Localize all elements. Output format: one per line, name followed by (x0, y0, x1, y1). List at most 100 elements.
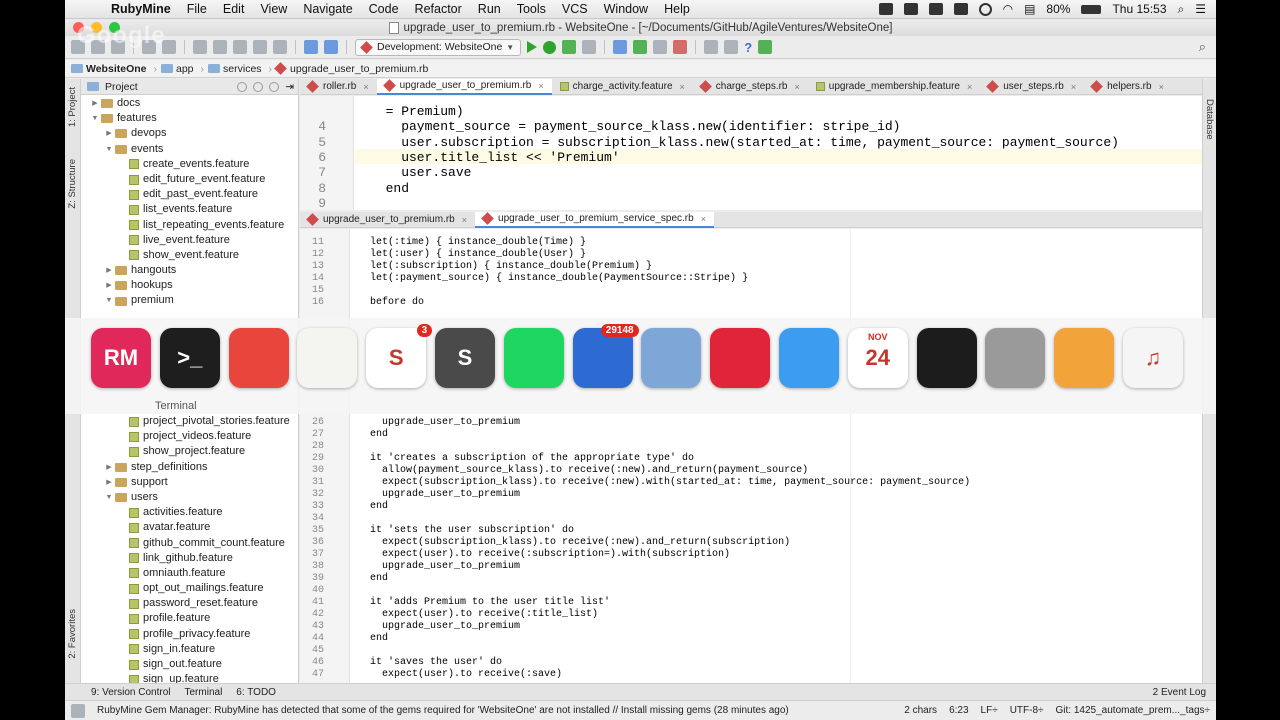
expand-right-icon[interactable]: ▶ (103, 263, 115, 278)
cut-icon[interactable] (193, 40, 207, 54)
tree-file[interactable]: profile.feature (81, 611, 299, 626)
preview-icon[interactable] (641, 328, 702, 388)
code-line[interactable]: upgrade_user_to_premium (358, 621, 520, 632)
find-icon[interactable] (253, 40, 267, 54)
clear-icon[interactable] (710, 328, 771, 388)
tree-folder[interactable]: ▶ support (81, 475, 299, 490)
expand-down-icon[interactable]: ▼ (103, 293, 115, 308)
wifi-icon[interactable]: ◠ (1003, 2, 1013, 16)
menu-run[interactable]: Run (470, 2, 509, 16)
tree-folder[interactable]: ▶ step_definitions (81, 460, 299, 475)
tree-file[interactable]: github_commit_count.feature (81, 536, 299, 551)
code-line[interactable]: = Premium) (370, 104, 464, 119)
tree-folder[interactable]: ▼ premium (81, 293, 299, 308)
code-line[interactable]: it 'creates a subscription of the approp… (358, 453, 694, 464)
expand-down-icon[interactable]: ▼ (89, 111, 101, 126)
tree-file[interactable]: sign_out.feature (81, 657, 299, 672)
copy-icon[interactable] (213, 40, 227, 54)
editor-tab[interactable]: upgrade_user_to_premium_service_spec.rb × (475, 211, 714, 228)
calculator-icon[interactable] (985, 328, 1046, 388)
activity-monitor-icon[interactable] (916, 328, 977, 388)
code-line[interactable]: end (358, 501, 388, 512)
close-tab-icon[interactable]: × (967, 82, 972, 92)
menu-refactor[interactable]: Refactor (407, 2, 470, 16)
database-tool-button[interactable]: Database (1204, 99, 1215, 140)
editor-tab[interactable]: roller.rb × (300, 79, 377, 95)
code-line[interactable]: expect(subscription_klass).to receive(:n… (358, 477, 970, 488)
tree-file[interactable]: activities.feature (81, 505, 299, 520)
menu-list-icon[interactable]: ☰ (1195, 2, 1206, 16)
paste-icon[interactable] (233, 40, 247, 54)
finder-icon[interactable] (779, 328, 839, 388)
code-line[interactable]: it 'adds Premium to the user title list' (358, 597, 610, 608)
terminal-tool-button[interactable]: Terminal (185, 687, 223, 698)
battery-percent[interactable]: 80% (1046, 2, 1070, 16)
code-line[interactable]: end (358, 573, 388, 584)
event-log-button[interactable]: 2 Event Log (1153, 687, 1206, 698)
code-line[interactable]: upgrade_user_to_premium (358, 417, 520, 428)
clock[interactable]: Thu 15:53 (1112, 2, 1166, 16)
expand-right-icon[interactable]: ▶ (103, 278, 115, 293)
tree-file[interactable]: password_reset.feature (81, 596, 299, 611)
editor-tab[interactable]: user_steps.rb × (980, 79, 1084, 95)
editor-tab[interactable]: upgrade_user_to_premium.rb × (376, 78, 552, 95)
dropbox-icon[interactable] (903, 3, 918, 15)
code-line[interactable]: let(:payment_source) { instance_double(P… (358, 273, 748, 284)
evernote-icon[interactable] (928, 3, 943, 15)
code-line[interactable]: upgrade_user_to_premium (358, 489, 520, 500)
code-line[interactable]: user.title_list << 'Premium' (370, 150, 619, 165)
tree-file[interactable]: edit_future_event.feature (81, 172, 299, 187)
close-tab-icon[interactable]: × (701, 214, 706, 224)
code-line[interactable]: upgrade_user_to_premium (358, 561, 520, 572)
code-line[interactable]: end (358, 633, 388, 644)
code-line[interactable]: it 'sets the user subscription' do (358, 525, 574, 536)
breadcrumb-item[interactable]: services › (208, 63, 276, 75)
file-encoding[interactable]: UTF-8÷ (1010, 705, 1044, 716)
breadcrumb-item[interactable]: WebsiteOne › (71, 63, 161, 75)
tree-file[interactable]: opt_out_mailings.feature (81, 581, 299, 596)
favorites-tool-button[interactable]: 2: Favorites (67, 609, 78, 659)
expand-right-icon[interactable]: ▶ (103, 460, 115, 475)
vcs-commit-icon[interactable] (633, 40, 648, 54)
run-button[interactable] (527, 41, 538, 53)
caret-position[interactable]: 6:23 (949, 705, 968, 716)
close-tab-icon[interactable]: × (1071, 82, 1076, 92)
thunderbird-icon[interactable]: 29148 (572, 324, 639, 388)
code-line[interactable]: expect(user).to receive(:title_list) (358, 609, 598, 620)
calendar-icon[interactable]: 24 NOV (847, 328, 908, 388)
line-separator[interactable]: LF÷ (981, 705, 998, 716)
tree-file[interactable]: omniauth.feature (81, 566, 299, 581)
help-button[interactable]: ? (744, 40, 752, 55)
menu-file[interactable]: File (179, 2, 215, 16)
code-line[interactable]: payment_source = payment_source_klass.ne… (370, 119, 900, 134)
tree-folder[interactable]: ▶ hangouts (81, 263, 299, 278)
settings-icon[interactable] (978, 2, 992, 16)
status-message[interactable]: RubyMine Gem Manager: RubyMine has detec… (97, 705, 789, 716)
editor-tab[interactable]: upgrade_membership.feature × (808, 79, 980, 95)
menu-edit[interactable]: Edit (215, 2, 253, 16)
tree-file[interactable]: show_event.feature (81, 248, 299, 263)
breadcrumb-item[interactable]: app › (161, 63, 208, 75)
expand-down-icon[interactable]: ▼ (103, 142, 115, 157)
tree-folder[interactable]: ▼ features (81, 111, 299, 126)
textedit-icon[interactable] (297, 328, 358, 388)
tree-file[interactable]: list_events.feature (81, 202, 299, 217)
code-line[interactable]: user.save (370, 165, 471, 180)
expand-down-icon[interactable]: ▼ (103, 490, 115, 505)
editor-spec[interactable]: 11 let(:time) { instance_double(Time) } 1… (300, 229, 1202, 683)
search-icon[interactable]: ⌕ (1178, 2, 1185, 17)
rubymine-icon[interactable]: RM (91, 328, 151, 388)
coverage-icon[interactable] (562, 40, 577, 54)
menu-window[interactable]: Window (596, 2, 656, 16)
close-tab-icon[interactable]: × (1159, 82, 1164, 92)
breadcrumb-item[interactable]: upgrade_user_to_premium.rb (274, 62, 432, 75)
tree-folder[interactable]: ▶ hookups (81, 278, 299, 293)
tree-file[interactable]: edit_past_event.feature (81, 187, 299, 202)
itunes-icon[interactable]: ♫ (1123, 328, 1183, 388)
tree-file[interactable]: create_events.feature (81, 157, 299, 172)
code-line[interactable]: expect(subscription_klass).to receive(:n… (358, 537, 790, 548)
close-tab-icon[interactable]: × (538, 81, 543, 91)
menu-tools[interactable]: Tools (509, 2, 554, 16)
close-tab-icon[interactable]: × (363, 82, 368, 92)
menu-code[interactable]: Code (361, 2, 407, 16)
